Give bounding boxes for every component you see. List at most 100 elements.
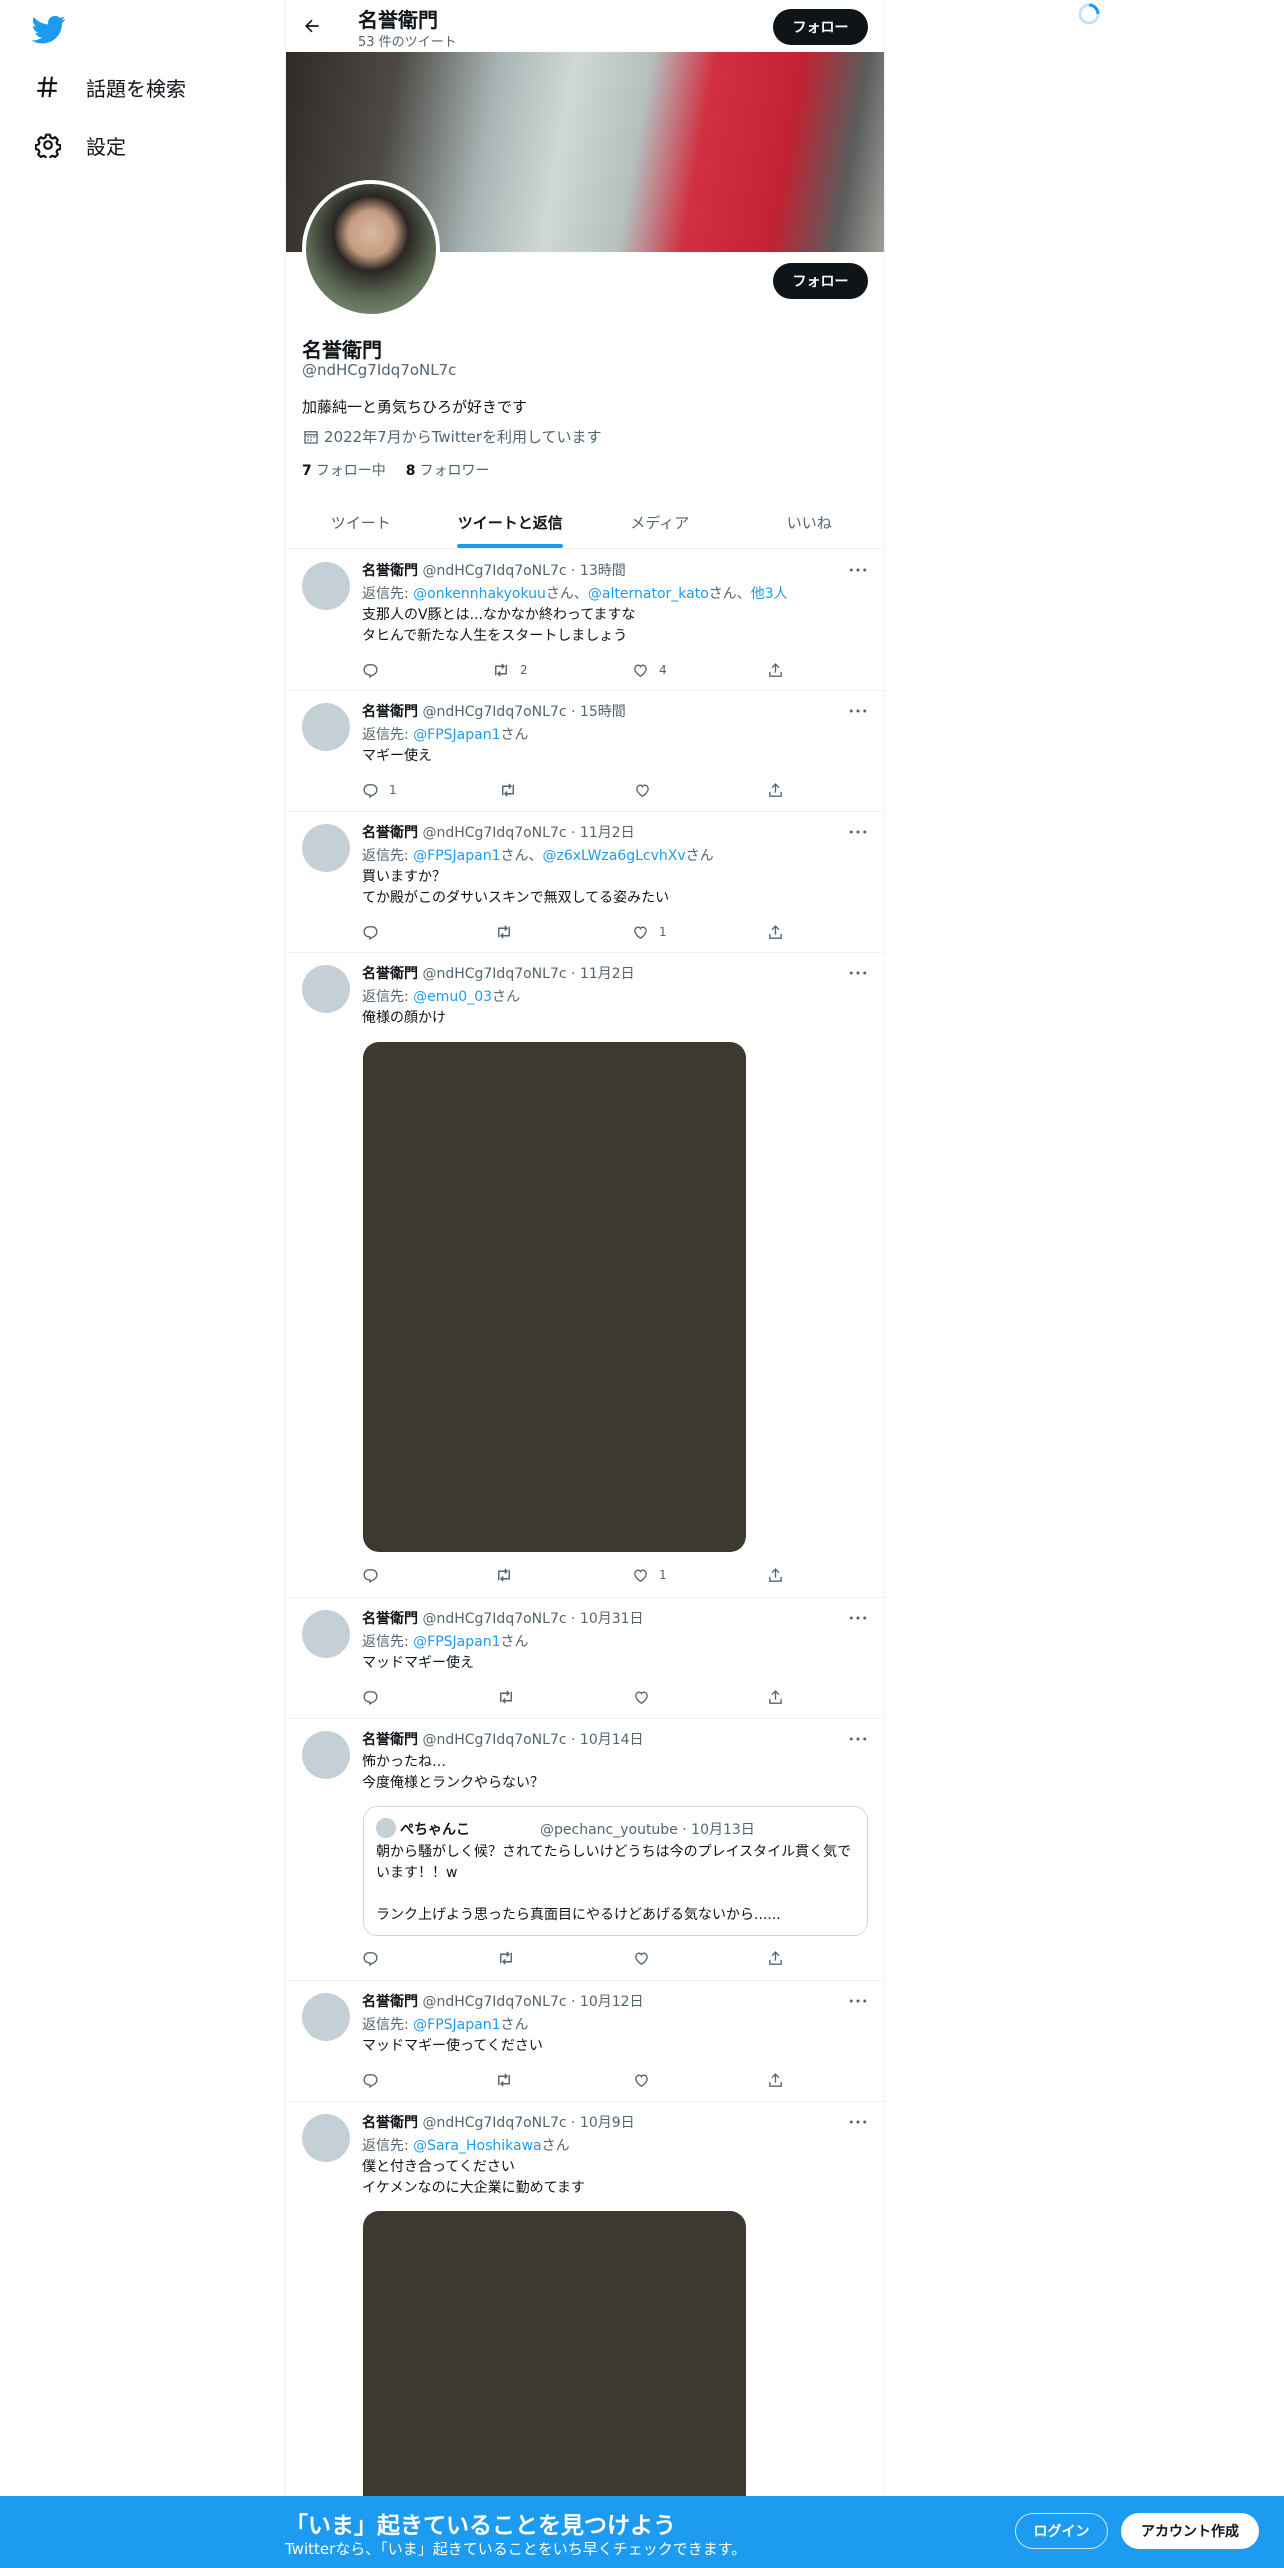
tweet[interactable]: 名誉衛門 @ndHCg7Idq7oNL7c · 10月14日 怖かったね… 今度… (286, 1719, 884, 1981)
tweet-avatar[interactable] (302, 1610, 350, 1658)
more-options-icon[interactable] (846, 701, 870, 721)
reply-button[interactable] (362, 922, 389, 942)
tweet[interactable]: 名誉衛門 @ndHCg7Idq7oNL7c · 13時間 返信先: @onken… (286, 550, 884, 691)
share-button[interactable] (767, 780, 784, 800)
like-button[interactable] (633, 2070, 660, 2090)
tweet-author-name[interactable]: 名誉衛門 (362, 1732, 418, 1748)
reply-icon (363, 663, 378, 678)
share-button[interactable] (767, 1565, 784, 1585)
retweet-button[interactable] (495, 922, 523, 942)
share-button[interactable] (767, 660, 784, 680)
tweet-author-meta: @ndHCg7Idq7oNL7c · 10月14日 (418, 1732, 644, 1748)
tweet-author-name[interactable]: 名誉衛門 (362, 2115, 418, 2131)
retweet-button[interactable] (495, 2070, 523, 2090)
more-options-icon[interactable] (846, 822, 870, 842)
tweet-author-name[interactable]: 名誉衛門 (362, 1611, 418, 1627)
retweet-button[interactable] (499, 780, 527, 800)
share-button[interactable] (767, 2070, 784, 2090)
tweet-author-name[interactable]: 名誉衛門 (362, 704, 418, 720)
following-link[interactable]: 7 フォロー中 (302, 460, 386, 480)
reply-button[interactable] (362, 1565, 389, 1585)
retweet-button[interactable]: 2 (492, 660, 528, 680)
tweet-author-name[interactable]: 名誉衛門 (362, 825, 418, 841)
nav-settings[interactable]: 設定 (34, 125, 126, 165)
like-button[interactable] (633, 1687, 660, 1707)
more-options-icon[interactable] (846, 1991, 870, 2011)
tab-likes[interactable]: いいね (735, 496, 885, 548)
back-arrow-icon[interactable] (296, 10, 328, 42)
tweet-author-meta: @ndHCg7Idq7oNL7c · 11月2日 (418, 966, 635, 982)
more-options-icon[interactable] (846, 1729, 870, 1749)
profile-follow-button[interactable]: フォロー (773, 263, 868, 299)
mention-link[interactable]: @FPSJapan1 (413, 848, 500, 864)
mention-link[interactable]: @FPSJapan1 (413, 727, 500, 743)
mention-link[interactable]: @onkennhakyokuu (413, 586, 546, 602)
tweet-avatar[interactable] (302, 2114, 350, 2162)
share-button[interactable] (767, 922, 784, 942)
tweet-actions: 1 (362, 780, 802, 800)
more-options-icon[interactable] (846, 2112, 870, 2132)
profile-avatar[interactable] (302, 180, 440, 318)
like-button[interactable] (634, 780, 661, 800)
tab-tweets[interactable]: ツイート (286, 496, 436, 548)
tweet[interactable]: 名誉衛門 @ndHCg7Idq7oNL7c · 11月2日 返信先: @FPSJ… (286, 812, 884, 953)
others-link[interactable]: 他3人 (751, 586, 788, 602)
twitter-bird-icon[interactable] (31, 12, 66, 46)
mention-link[interactable]: @z6xLWza6gLcvhXv (543, 848, 686, 864)
login-button[interactable]: ログイン (1015, 2513, 1108, 2549)
like-button[interactable]: 1 (632, 1565, 667, 1585)
header-follow-button[interactable]: フォロー (773, 9, 868, 45)
reply-button[interactable] (362, 1687, 389, 1707)
gear-icon (34, 131, 62, 159)
share-button[interactable] (767, 1948, 784, 1968)
retweet-button[interactable] (497, 1948, 525, 1968)
reply-button[interactable] (362, 660, 389, 680)
mention-link[interactable]: @alternator_kato (588, 586, 709, 602)
tweet-avatar[interactable] (302, 965, 350, 1013)
tweet-media-image[interactable] (363, 1042, 746, 1552)
more-options-icon[interactable] (846, 560, 870, 580)
mention-link[interactable]: @emu0_03 (413, 989, 492, 1005)
like-button[interactable]: 4 (632, 660, 667, 680)
nav-explore-label: 話題を検索 (86, 76, 186, 101)
tweet-author-name[interactable]: 名誉衛門 (362, 563, 418, 579)
tweet-actions (362, 1948, 802, 1968)
tweet[interactable]: 名誉衛門 @ndHCg7Idq7oNL7c · 10月31日 返信先: @FPS… (286, 1598, 884, 1719)
like-button[interactable] (633, 1948, 660, 1968)
tweet-avatar[interactable] (302, 1731, 350, 1779)
reply-to-line: 返信先: @FPSJapan1さん (362, 2014, 529, 2034)
tweet-author-name[interactable]: 名誉衛門 (362, 966, 418, 982)
tweet-text: マッドマギー使ってください (362, 2038, 543, 2054)
tab-tweets-and-replies[interactable]: ツイートと返信 (436, 496, 586, 548)
profile-stats: 7 フォロー中 8 フォロワー (302, 460, 510, 480)
share-icon (769, 1689, 782, 1704)
tweet[interactable]: 名誉衛門 @ndHCg7Idq7oNL7c · 11月2日 返信先: @emu0… (286, 953, 884, 1598)
tweet-avatar[interactable] (302, 824, 350, 872)
more-options-icon[interactable] (846, 963, 870, 983)
share-button[interactable] (767, 1687, 784, 1707)
calendar-icon (302, 428, 320, 446)
create-account-button[interactable]: アカウント作成 (1121, 2513, 1259, 2549)
retweet-button[interactable] (497, 1687, 525, 1707)
mention-link[interactable]: @FPSJapan1 (413, 1634, 500, 1650)
tweet-author-name[interactable]: 名誉衛門 (362, 1994, 418, 2010)
like-button[interactable]: 1 (632, 922, 667, 942)
tweet-avatar[interactable] (302, 562, 350, 610)
tab-media[interactable]: メディア (585, 496, 735, 548)
mention-link[interactable]: @Sara_Hoshikawa (413, 2138, 541, 2154)
retweet-button[interactable] (495, 1565, 523, 1585)
reply-button[interactable] (362, 1948, 389, 1968)
more-options-icon[interactable] (846, 1608, 870, 1628)
tweet[interactable]: 名誉衛門 @ndHCg7Idq7oNL7c · 15時間 返信先: @FPSJa… (286, 691, 884, 812)
tweet-avatar[interactable] (302, 703, 350, 751)
tweet[interactable]: 名誉衛門 @ndHCg7Idq7oNL7c · 10月12日 返信先: @FPS… (286, 1981, 884, 2102)
reply-button[interactable] (362, 2070, 389, 2090)
quoted-tweet[interactable]: ぺちゃんこ @pechanc_youtube · 10月13日 朝から騒がしく候… (363, 1806, 868, 1936)
reply-button[interactable]: 1 (362, 780, 397, 800)
mention-suffix: さん (492, 989, 521, 1005)
mention-link[interactable]: @FPSJapan1 (413, 2017, 500, 2033)
tweet-avatar[interactable] (302, 1993, 350, 2041)
nav-explore[interactable]: 話題を検索 (34, 67, 186, 107)
share-icon (769, 662, 782, 677)
followers-link[interactable]: 8 フォロワー (406, 460, 490, 480)
